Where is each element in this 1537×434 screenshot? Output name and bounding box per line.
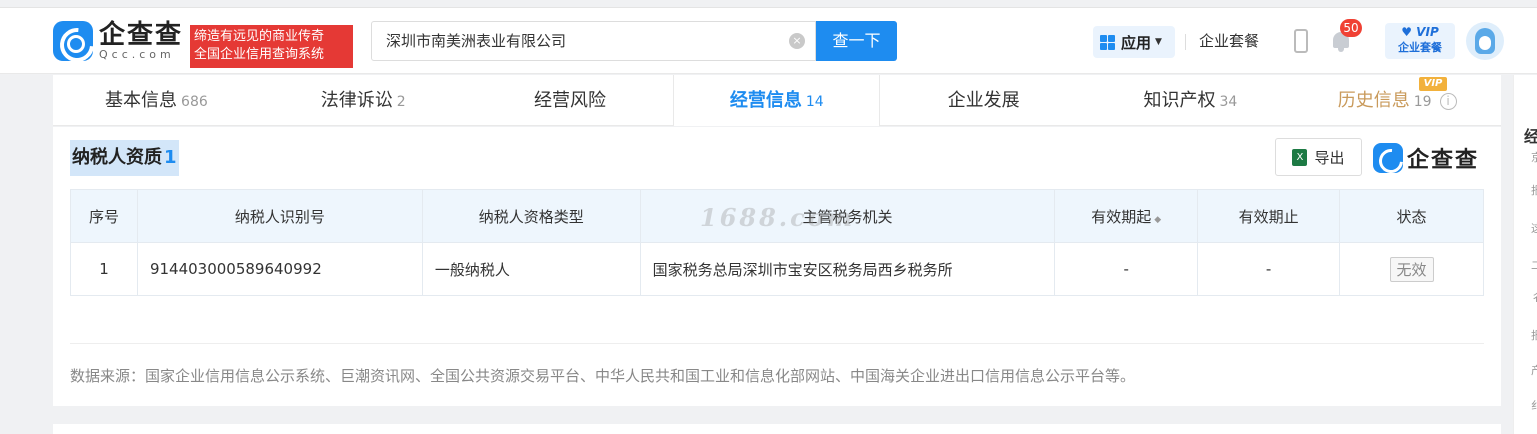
avatar[interactable] xyxy=(1466,22,1504,60)
logo-en: Qcc.com xyxy=(99,48,175,61)
taxpayer-panel: 纳税人资质 1 X 导出 企查查 序号 纳税人识别号 纳税人资格类型 主管税务机关… xyxy=(53,127,1501,406)
col-end: 有效期止 xyxy=(1197,189,1341,243)
col-index: 序号 xyxy=(70,189,138,243)
company-tabs: 基本信息 686 法律诉讼 2 经营风险 经营信息 14 企业发展 知识产权 34 历史… xyxy=(53,75,1501,126)
tab-label: 企业发展 xyxy=(947,90,1020,111)
col-start-label: 有效期起 xyxy=(1091,207,1152,226)
col-taxpayer-id: 纳税人识别号 xyxy=(136,189,423,243)
tab-count: 14 xyxy=(805,94,824,110)
qcc-brand-text: 企查查 xyxy=(1407,148,1480,173)
export-button[interactable]: X 导出 xyxy=(1275,138,1362,176)
search-clear-icon[interactable]: × xyxy=(789,33,805,49)
source-divider xyxy=(70,343,1484,344)
header-divider xyxy=(1185,34,1186,50)
cell-authority: 国家税务总局深圳市宝安区税务局西乡税务所 xyxy=(639,242,1056,296)
tab-count: 686 xyxy=(181,94,208,110)
tab-label: 基本信息 xyxy=(105,90,178,111)
section-title: 纳税人资质 1 xyxy=(70,140,179,176)
logo-cn: 企查查 xyxy=(99,20,184,50)
top-header: 企查查 Qcc.com 缔造有远见的商业传奇 全国企业信用查询系统 深圳市南美洲… xyxy=(0,7,1537,74)
slogan-banner: 缔造有远见的商业传奇 全国企业信用查询系统 xyxy=(190,25,353,68)
slogan-line-2: 全国企业信用查询系统 xyxy=(194,47,325,62)
tab-operations[interactable]: 经营信息 14 xyxy=(673,75,881,126)
tab-ip[interactable]: 知识产权 34 xyxy=(1087,75,1294,125)
data-source-note: 数据来源：国家企业信用信息公示系统、巨潮资讯网、全国公共资源交易平台、中华人民共… xyxy=(70,367,1136,385)
side-rail-item[interactable]: 纟 xyxy=(1531,397,1537,412)
tab-development[interactable]: 企业发展 xyxy=(880,75,1087,125)
side-rail-item[interactable]: 二 xyxy=(1531,257,1537,272)
side-rail-item[interactable]: 报 xyxy=(1531,327,1537,342)
next-panel xyxy=(53,424,1501,434)
tab-basic-info[interactable]: 基本信息 686 xyxy=(53,75,260,125)
tab-count: 2 xyxy=(396,94,406,110)
section-title-text: 纳税人资质 xyxy=(72,147,162,168)
app-menu-button[interactable]: 应用 ▼ xyxy=(1093,26,1175,58)
enterprise-suite-link[interactable]: 企业套餐 xyxy=(1199,30,1259,51)
app-menu-label: 应用 xyxy=(1121,33,1152,52)
tab-label: 法律诉讼 xyxy=(320,90,393,111)
status-badge: 无效 xyxy=(1389,256,1434,282)
side-rail-heading: 经 xyxy=(1524,127,1537,146)
vip-button[interactable]: ♥ VIP 企业套餐 xyxy=(1385,23,1455,59)
table-row: 1 914403000589640992 一般纳税人 国家税务总局深圳市宝安区税… xyxy=(70,242,1484,296)
vip-suite-label: 企业套餐 xyxy=(1398,41,1442,54)
search-button[interactable]: 查一下 xyxy=(816,21,897,61)
qcc-logo[interactable]: 企查查 Qcc.com xyxy=(53,21,183,61)
side-rail-item[interactable]: 彳 xyxy=(1531,289,1537,304)
watermark: 1688.com xyxy=(700,203,856,232)
cell-start: - xyxy=(1054,242,1199,296)
tab-label: 经营风险 xyxy=(533,90,606,111)
info-icon[interactable]: i xyxy=(1439,92,1457,110)
sort-icon[interactable]: ◆ xyxy=(1154,215,1161,225)
tab-legal[interactable]: 法律诉讼 2 xyxy=(260,75,467,125)
history-vip-tag: VIP xyxy=(1419,77,1447,91)
excel-icon: X xyxy=(1292,148,1308,166)
col-status: 状态 xyxy=(1339,189,1484,243)
cell-type: 一般纳税人 xyxy=(421,242,641,296)
col-type: 纳税人资格类型 xyxy=(421,189,641,243)
phone-icon[interactable] xyxy=(1294,29,1308,53)
cell-index: 1 xyxy=(70,242,138,296)
cell-taxpayer-id: 914403000589640992 xyxy=(136,242,423,296)
cell-end: - xyxy=(1197,242,1341,296)
section-count: 1 xyxy=(164,147,177,168)
logo-text: 企查查 Qcc.com xyxy=(99,21,183,61)
tab-label: 知识产权 xyxy=(1143,90,1216,111)
side-rail-item[interactable]: 京 xyxy=(1531,149,1537,164)
vip-label: ♥ VIP xyxy=(1401,25,1439,39)
tab-history[interactable]: 历史信息 19 i xyxy=(1294,75,1501,125)
search-input[interactable]: 深圳市南美洲表业有限公司 xyxy=(371,21,816,61)
tab-label: 历史信息 xyxy=(1337,90,1410,111)
tab-label: 经营信息 xyxy=(729,90,802,111)
qcc-logo-icon xyxy=(53,21,93,61)
cell-status: 无效 xyxy=(1339,242,1484,296)
caret-down-icon: ▼ xyxy=(1155,37,1162,47)
grid-icon xyxy=(1100,34,1115,50)
side-rail-item[interactable]: 报 xyxy=(1531,182,1537,197)
tab-count: 19 xyxy=(1413,94,1432,110)
tab-risk[interactable]: 经营风险 xyxy=(467,75,674,125)
col-start[interactable]: 有效期起 ◆ xyxy=(1054,189,1199,243)
qcc-brand: 企查查 xyxy=(1373,142,1479,174)
tab-count: 34 xyxy=(1219,94,1238,110)
side-rail-item[interactable]: 产 xyxy=(1531,362,1537,377)
qcc-brand-icon xyxy=(1373,143,1403,173)
side-rail: 经 京 报 这 二 彳 报 产 纟 xyxy=(1513,75,1537,434)
export-label: 导出 xyxy=(1314,148,1345,167)
slogan-line-1: 缔造有远见的商业传奇 xyxy=(194,29,325,44)
side-rail-item[interactable]: 这 xyxy=(1531,220,1537,235)
notification-badge: 50 xyxy=(1340,19,1362,37)
